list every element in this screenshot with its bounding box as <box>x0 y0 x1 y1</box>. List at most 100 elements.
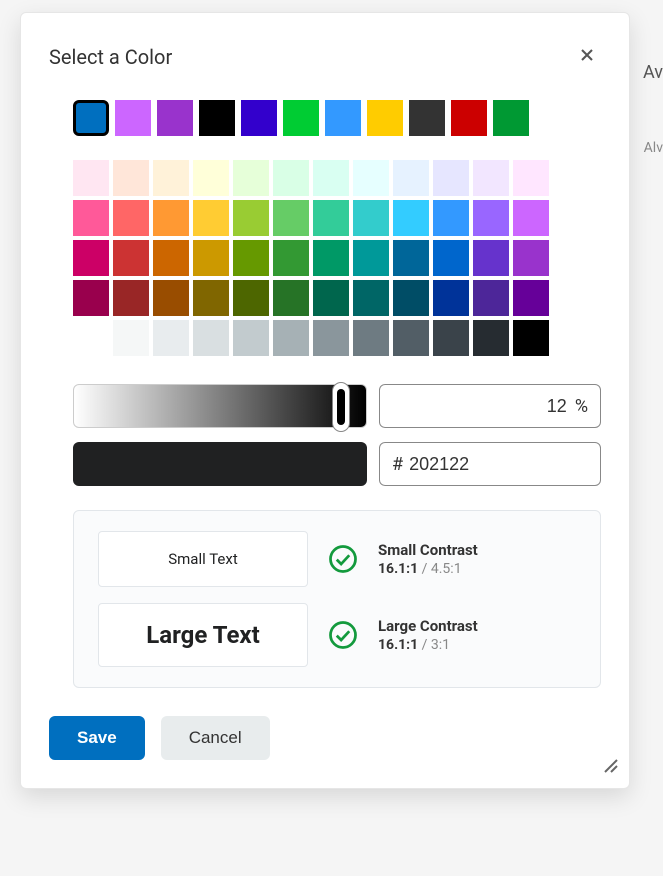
palette-swatch[interactable] <box>473 240 509 276</box>
palette-swatch[interactable] <box>193 160 229 196</box>
palette-swatch[interactable] <box>313 280 349 316</box>
preview-row: # <box>49 442 601 486</box>
palette-swatch[interactable] <box>313 320 349 356</box>
palette-swatch[interactable] <box>353 160 389 196</box>
palette-swatch[interactable] <box>513 280 549 316</box>
palette-swatch[interactable] <box>353 200 389 236</box>
palette-swatch[interactable] <box>393 160 429 196</box>
palette-swatch[interactable] <box>473 160 509 196</box>
palette-swatch[interactable] <box>193 240 229 276</box>
palette-swatch[interactable] <box>353 320 389 356</box>
palette-swatch[interactable] <box>273 200 309 236</box>
palette-swatch[interactable] <box>313 200 349 236</box>
hex-input[interactable] <box>409 454 588 475</box>
palette-swatch[interactable] <box>193 320 229 356</box>
palette-swatch[interactable] <box>73 280 109 316</box>
palette-swatch[interactable] <box>393 240 429 276</box>
palette-swatch[interactable] <box>73 160 109 196</box>
palette-swatch[interactable] <box>393 200 429 236</box>
button-row: Save Cancel <box>49 716 601 760</box>
resize-icon <box>603 758 619 774</box>
palette-swatch[interactable] <box>233 320 269 356</box>
palette-swatch[interactable] <box>73 320 109 356</box>
brightness-input[interactable] <box>392 396 575 417</box>
preset-swatch[interactable] <box>283 100 319 136</box>
palette-row <box>73 200 601 236</box>
contrast-panel: Small Text Small Contrast 16.1:1 / 4.5:1… <box>73 510 601 688</box>
palette-swatch[interactable] <box>273 280 309 316</box>
palette-swatch[interactable] <box>233 240 269 276</box>
palette-swatch[interactable] <box>153 280 189 316</box>
palette-row <box>73 240 601 276</box>
preset-swatch[interactable] <box>367 100 403 136</box>
palette-swatch[interactable] <box>153 200 189 236</box>
palette-swatch[interactable] <box>433 320 469 356</box>
small-ratio-req: / 4.5:1 <box>422 561 462 577</box>
background-text: Av <box>643 62 663 83</box>
palette-swatch[interactable] <box>73 200 109 236</box>
small-contrast-label: Small Contrast <box>378 541 576 559</box>
palette-swatch[interactable] <box>313 160 349 196</box>
palette-swatch[interactable] <box>273 160 309 196</box>
palette-swatch[interactable] <box>313 240 349 276</box>
slider-thumb[interactable] <box>332 382 350 432</box>
palette-swatch[interactable] <box>233 280 269 316</box>
palette-swatch[interactable] <box>473 200 509 236</box>
palette-swatch[interactable] <box>113 280 149 316</box>
check-circle-icon <box>328 620 358 650</box>
palette-swatch[interactable] <box>153 320 189 356</box>
preset-swatch[interactable] <box>325 100 361 136</box>
preset-swatch[interactable] <box>241 100 277 136</box>
palette-swatch[interactable] <box>73 240 109 276</box>
palette-swatch[interactable] <box>113 160 149 196</box>
brightness-row: % <box>49 384 601 428</box>
palette-swatch[interactable] <box>153 160 189 196</box>
large-contrast-info: Large Contrast 16.1:1 / 3:1 <box>378 617 576 653</box>
palette-swatch[interactable] <box>233 160 269 196</box>
background-text: Alv <box>644 140 663 156</box>
preset-swatch[interactable] <box>409 100 445 136</box>
palette-swatch[interactable] <box>193 200 229 236</box>
preset-swatch[interactable] <box>73 100 109 136</box>
palette-swatch[interactable] <box>273 240 309 276</box>
palette-swatch[interactable] <box>513 200 549 236</box>
preset-swatch[interactable] <box>451 100 487 136</box>
palette-swatch[interactable] <box>433 160 469 196</box>
palette-swatch[interactable] <box>393 280 429 316</box>
palette-swatch[interactable] <box>433 280 469 316</box>
resize-handle[interactable] <box>603 758 619 778</box>
palette-swatch[interactable] <box>153 240 189 276</box>
palette-swatch[interactable] <box>353 240 389 276</box>
small-contrast-info: Small Contrast 16.1:1 / 4.5:1 <box>378 541 576 577</box>
large-ratio-req: / 3:1 <box>422 637 450 653</box>
large-contrast-ratio: 16.1:1 / 3:1 <box>378 637 576 653</box>
palette-swatch[interactable] <box>513 240 549 276</box>
palette-swatch[interactable] <box>513 320 549 356</box>
palette-swatch[interactable] <box>233 200 269 236</box>
close-button[interactable] <box>573 41 601 72</box>
palette-swatch[interactable] <box>393 320 429 356</box>
brightness-slider[interactable] <box>73 384 367 428</box>
preset-swatch[interactable] <box>493 100 529 136</box>
palette-swatch[interactable] <box>113 240 149 276</box>
palette-swatch[interactable] <box>193 280 229 316</box>
palette-row <box>73 280 601 316</box>
palette-swatch[interactable] <box>353 280 389 316</box>
palette-swatch[interactable] <box>113 200 149 236</box>
save-button[interactable]: Save <box>49 716 145 760</box>
palette-swatch[interactable] <box>113 320 149 356</box>
cancel-button[interactable]: Cancel <box>161 716 270 760</box>
palette-swatch[interactable] <box>433 240 469 276</box>
preset-swatch[interactable] <box>199 100 235 136</box>
large-contrast-label: Large Contrast <box>378 617 576 635</box>
palette-swatch[interactable] <box>273 320 309 356</box>
slider-thumb-inner <box>337 389 345 425</box>
preset-swatch[interactable] <box>157 100 193 136</box>
palette-swatch[interactable] <box>513 160 549 196</box>
palette-swatch[interactable] <box>473 280 509 316</box>
palette-swatch[interactable] <box>433 200 469 236</box>
palette-swatch[interactable] <box>473 320 509 356</box>
preset-swatch[interactable] <box>115 100 151 136</box>
modal-header: Select a Color <box>49 41 601 72</box>
small-contrast-ratio: 16.1:1 / 4.5:1 <box>378 561 576 577</box>
